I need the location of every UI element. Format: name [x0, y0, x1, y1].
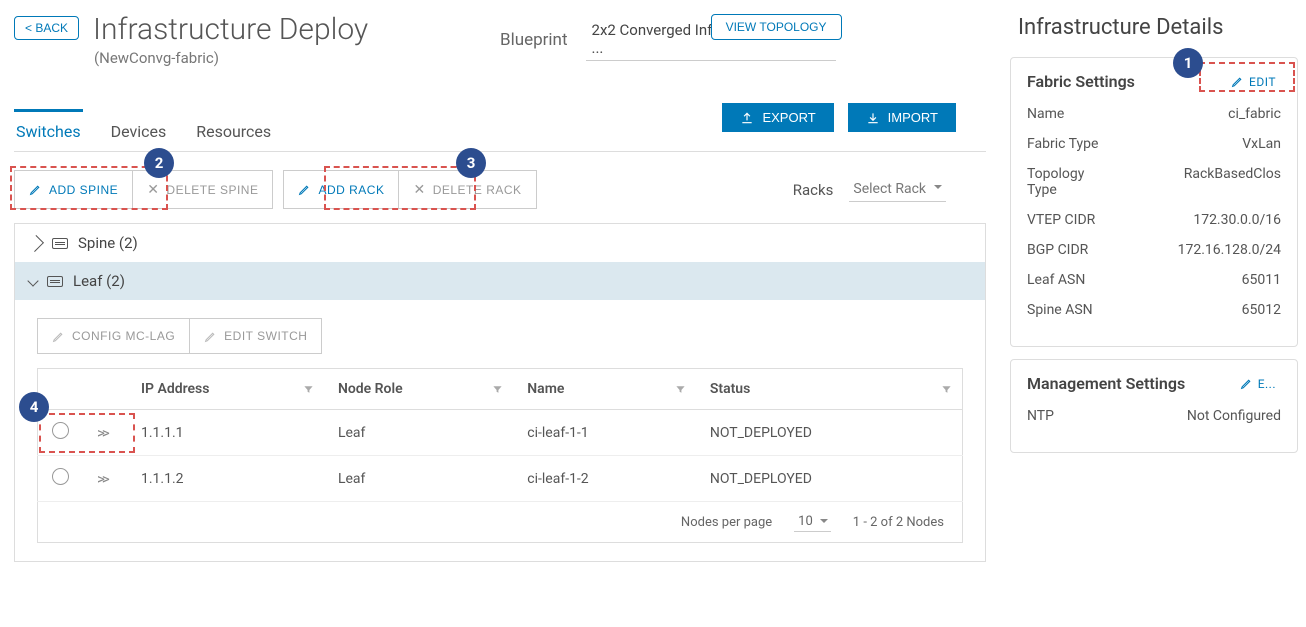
add-spine-button[interactable]: ADD SPINE [15, 171, 132, 208]
upload-icon [740, 111, 754, 125]
x-icon: ✕ [413, 181, 425, 198]
row-radio[interactable] [52, 422, 69, 439]
edit-switch-button[interactable]: EDIT SWITCH [189, 319, 321, 353]
row-radio[interactable] [52, 468, 69, 485]
management-settings-heading: Management Settings [1027, 374, 1185, 393]
accordion-spine[interactable]: Spine (2) [15, 224, 985, 262]
nodes-per-page-label: Nodes per page [681, 515, 772, 530]
tab-devices[interactable]: Devices [109, 112, 169, 151]
nodes-per-page-select[interactable]: 10 [794, 512, 831, 532]
blueprint-label: Blueprint [500, 30, 568, 50]
fabric-edit-button[interactable]: EDIT [1226, 72, 1281, 92]
pencil-icon [1231, 75, 1244, 88]
table-row: >> 1.1.1.1 Leaf ci-leaf-1-1 NOT_DEPLOYED [38, 410, 963, 456]
download-icon [866, 111, 880, 125]
back-button[interactable]: < BACK [14, 16, 79, 40]
col-role: Node Role [338, 381, 403, 397]
tab-resources[interactable]: Resources [194, 112, 273, 151]
accordion-leaf[interactable]: Leaf (2) [15, 262, 985, 300]
page-title: Infrastructure Deploy [93, 12, 368, 47]
expand-row-icon[interactable]: >> [97, 470, 107, 488]
mgmt-edit-button[interactable]: E... [1235, 374, 1281, 394]
col-status: Status [710, 381, 750, 397]
fabric-settings-heading: Fabric Settings [1027, 72, 1135, 91]
config-mc-lag-button[interactable]: CONFIG MC-LAG [38, 319, 189, 353]
table-row: >> 1.1.1.2 Leaf ci-leaf-1-2 NOT_DEPLOYED [38, 456, 963, 502]
pencil-icon [29, 183, 42, 196]
tab-switches[interactable]: Switches [14, 109, 83, 151]
pencil-icon [204, 330, 217, 343]
rack-select[interactable]: Select Rack [849, 177, 946, 202]
pencil-icon [52, 330, 65, 343]
view-topology-button[interactable]: VIEW TOPOLOGY [711, 14, 842, 40]
filter-icon[interactable] [303, 383, 314, 399]
filter-icon[interactable] [675, 383, 686, 399]
switch-icon [52, 238, 68, 249]
filter-icon[interactable] [941, 383, 952, 399]
nodes-count: 1 - 2 of 2 Nodes [853, 515, 944, 530]
tabs: Switches Devices Resources [14, 112, 986, 152]
switch-icon [47, 276, 63, 287]
x-icon: ✕ [147, 181, 159, 198]
filter-icon[interactable] [492, 383, 503, 399]
export-button[interactable]: EXPORT [722, 103, 833, 132]
delete-spine-button[interactable]: ✕ DELETE SPINE [132, 171, 272, 208]
import-button[interactable]: IMPORT [848, 103, 956, 132]
pencil-icon [1240, 377, 1253, 390]
chevron-right-icon [27, 235, 44, 252]
pencil-icon [298, 183, 311, 196]
expand-row-icon[interactable]: >> [97, 424, 107, 442]
add-rack-button[interactable]: ADD RACK [284, 171, 398, 208]
col-name: Name [527, 381, 564, 397]
col-ip: IP Address [141, 381, 209, 397]
delete-rack-button[interactable]: ✕ DELETE RACK [398, 171, 535, 208]
chevron-down-icon [27, 275, 38, 286]
blueprint-field[interactable]: 2x2 Converged Infrastructure Layer ... V… [586, 18, 836, 61]
side-title: Infrastructure Details [1018, 14, 1298, 43]
racks-label: Racks [793, 181, 834, 199]
leaf-table: IP Address Node Role Name Status >> 1.1.… [37, 368, 963, 502]
